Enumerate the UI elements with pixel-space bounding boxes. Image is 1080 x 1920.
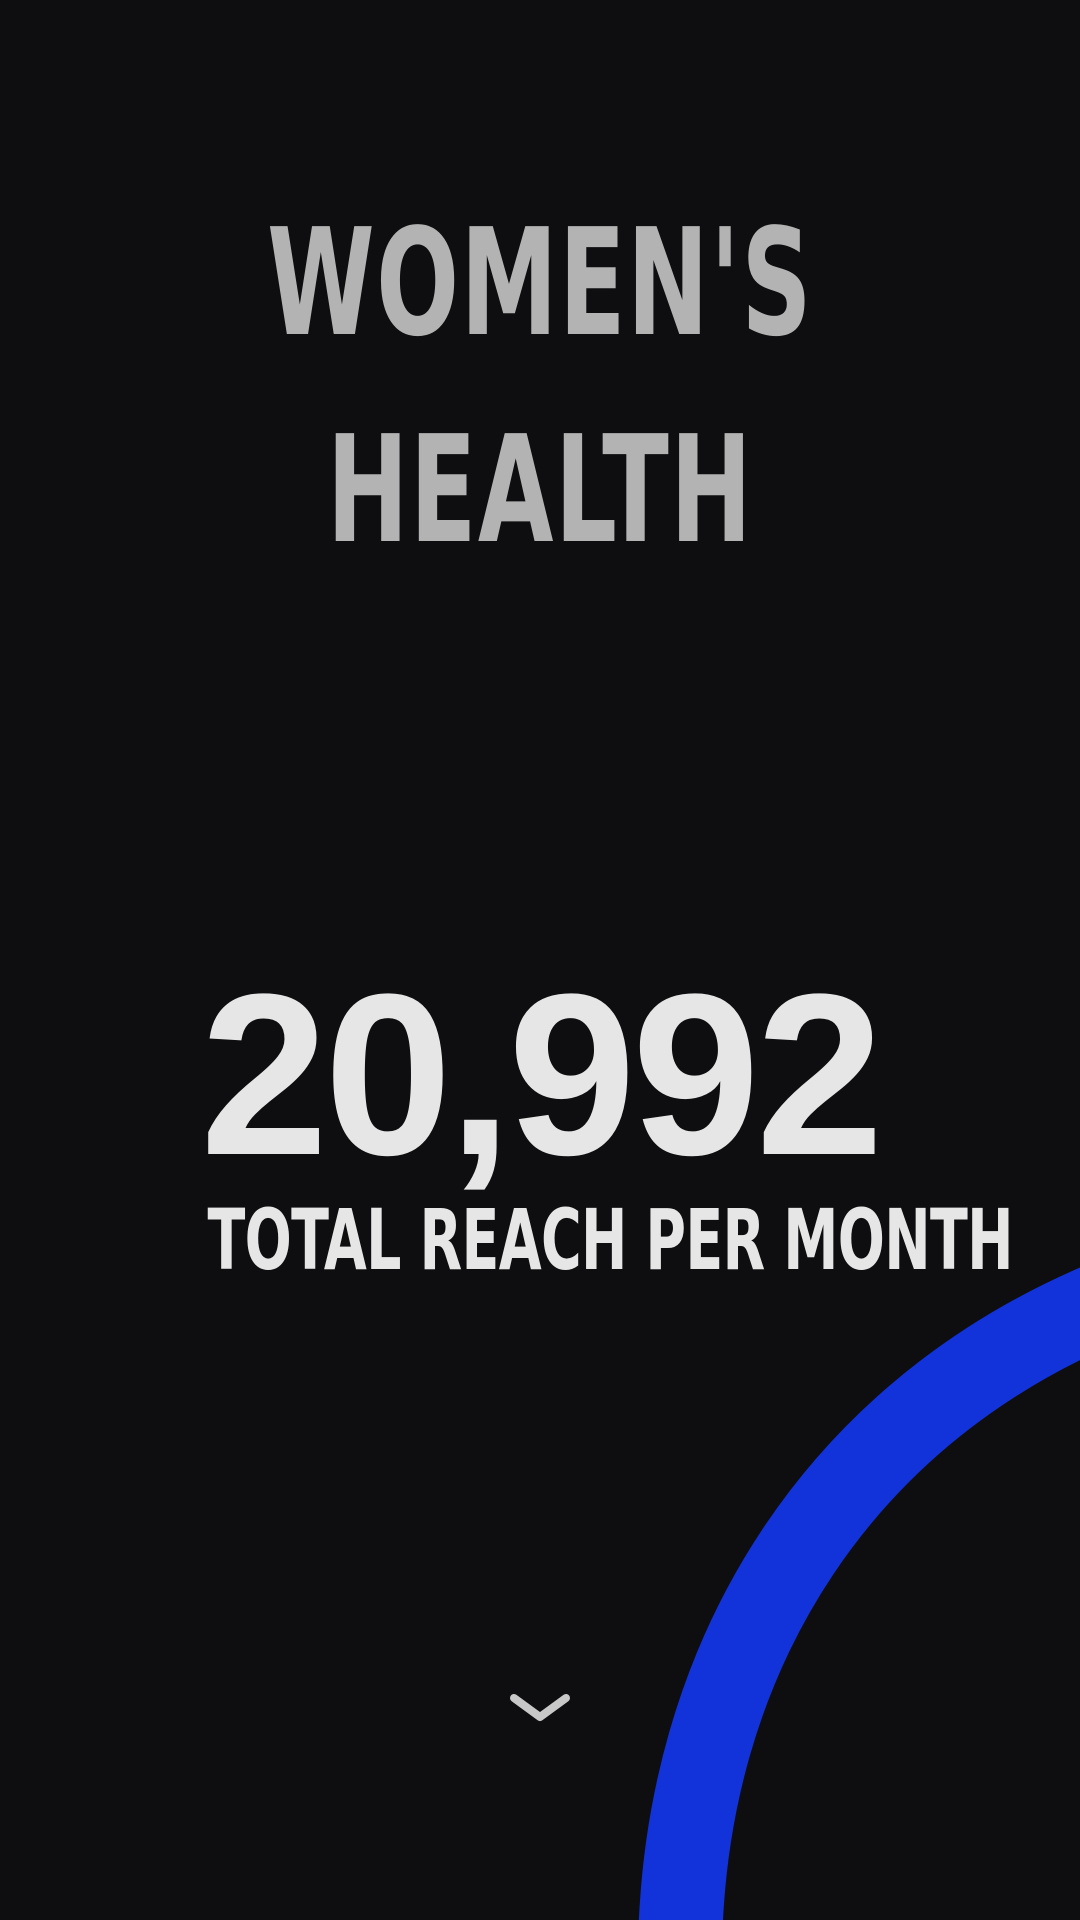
chevron-down-icon [510, 1694, 570, 1721]
scroll-down-button[interactable] [500, 1680, 580, 1740]
stat-label-text: TOTAL REACH PER MONTH [207, 1191, 1013, 1289]
page: WOMEN'S HEALTH 20,992 TOTAL REACH PER MO… [0, 0, 1080, 1920]
stat-value: 20,992 [200, 946, 883, 1203]
page-title: WOMEN'S HEALTH [0, 180, 1080, 594]
stat-label: TOTAL REACH PER MONTH [0, 1198, 1080, 1282]
title-line-1: WOMEN'S [267, 197, 813, 369]
title-line-2: HEALTH [326, 404, 754, 576]
